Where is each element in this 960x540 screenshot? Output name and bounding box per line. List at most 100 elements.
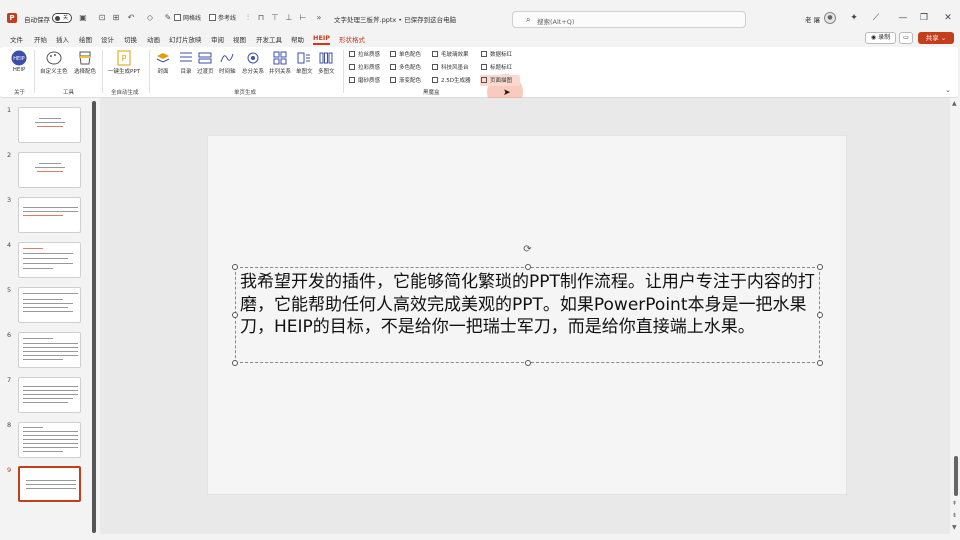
slide-thumbnail[interactable] [18,377,81,413]
single-image-button[interactable]: 单图文 [296,50,313,75]
tab-heip[interactable]: HEIP [313,34,331,45]
resize-handle[interactable] [525,264,531,270]
data-red-label: 数据标红 [490,52,513,58]
tab-developer[interactable]: 开发工具 [256,34,282,44]
pen-icon[interactable]: ✎ [163,13,173,23]
page-trace-button[interactable]: 页面描图 [481,76,512,84]
transition-page-button[interactable]: 过渡页 [197,50,214,75]
tab-shape-format[interactable]: 形状格式 [339,34,365,44]
resize-handle[interactable] [232,264,238,270]
tab-draw[interactable]: 绘图 [79,34,92,44]
parallel-button[interactable]: 并列关系 [269,50,291,75]
resize-handle[interactable] [817,312,823,318]
resize-handle[interactable] [817,360,823,366]
color-texture-button[interactable]: 拉彩质感 [349,63,380,71]
prev-slide-icon[interactable]: ⇞ [952,500,957,507]
multi-image-label: 多图文 [318,69,335,75]
thumbnail-scrollbar[interactable] [92,101,96,533]
group-icon[interactable]: ⊓ [256,13,266,23]
align-center-icon[interactable]: ⊥ [284,13,294,23]
total-split-button[interactable]: 总分关系 [242,50,264,75]
tab-animations[interactable]: 动画 [147,34,160,44]
spacing-icon[interactable]: ⊢ [298,13,308,23]
matte-texture-button[interactable]: 磨砂质感 [349,76,380,84]
toc-button[interactable]: 目录 [178,50,194,75]
comments-icon[interactable]: ▭ [899,32,913,44]
save-icon[interactable]: ▣ [78,13,88,23]
align-icon[interactable]: ⫶ [243,13,253,23]
thumb-line [23,402,68,403]
next-slide-icon[interactable]: ⇟ [952,512,957,519]
rotate-handle-icon[interactable]: ⟳ [522,244,533,255]
title-red-button[interactable]: 标题标红 [481,63,512,71]
multi-color-button[interactable]: 多色配色 [390,63,421,71]
record-button[interactable]: ◉ 录制 [865,32,896,44]
document-title[interactable]: 文字处理三板斧.pptx • 已保存到这台电脑 [334,14,456,24]
resize-handle[interactable] [232,312,238,318]
format-painter-icon[interactable]: ⊡ [97,13,107,23]
tab-review[interactable]: 审阅 [211,34,224,44]
share-button[interactable]: 共享 ⌄ [918,32,954,44]
gridline-checkbox[interactable]: 网格线 [174,13,201,22]
copilot-icon[interactable]: ✦ [848,12,860,24]
generator-25d-button[interactable]: 2.5D生成器 [432,76,470,84]
distribute-icon[interactable]: ⊤ [270,13,280,23]
scrollbar-thumb[interactable] [954,456,958,496]
search-input[interactable]: ⌕ 搜索(Alt+Q) [512,11,746,28]
resize-handle[interactable] [525,360,531,366]
resize-handle[interactable] [817,264,823,270]
avatar[interactable]: ● [824,12,836,24]
slide-body-text[interactable]: 我希望开发的插件，它能够简化繁琐的PPT制作流程。让用户专注于内容的打磨，它能帮… [240,271,818,339]
tab-help[interactable]: 帮助 [291,34,304,44]
mono-color-button[interactable]: 单色配色 [390,50,421,58]
undo-icon[interactable]: ↶ [126,13,136,23]
restore-icon[interactable]: ❐ [918,12,930,24]
more-icon[interactable]: » [314,13,324,23]
frosted-glass-button[interactable]: 毛玻璃效果 [432,50,469,58]
tab-view[interactable]: 视图 [233,34,246,44]
slide-thumbnail[interactable] [18,287,81,323]
cover-button[interactable]: 封面 [155,50,171,75]
slide-thumbnail[interactable] [18,422,81,458]
slide-thumbnail-selected[interactable] [18,466,81,502]
thumb-line [23,258,68,259]
pen-tool-icon[interactable]: ⟋ [870,12,882,24]
brushed-texture-button[interactable]: 拉丝质感 [349,50,380,58]
resize-handle[interactable] [232,360,238,366]
user-name[interactable]: 老 屠 [805,14,820,24]
new-slide-icon[interactable]: ⊞ [111,13,121,23]
slide-thumbnail[interactable] [18,332,81,368]
tab-design[interactable]: 设计 [101,34,114,44]
slide-thumbnail[interactable] [18,152,81,188]
scroll-up-icon[interactable]: ▲ [952,100,957,107]
gradient-color-button[interactable]: 渐变配色 [390,76,421,84]
tab-home[interactable]: 开始 [34,34,47,44]
slide-thumbnail[interactable] [18,242,81,278]
close-icon[interactable]: ✕ [942,12,954,24]
minimize-icon[interactable]: — [897,12,909,24]
title-red-label: 标题标红 [490,65,513,71]
timeline-button[interactable]: 时间轴 [219,50,236,75]
custom-theme-button[interactable]: 自定义主色 [40,50,68,75]
heip-button[interactable]: HEIP HEIP [11,50,27,73]
canvas-scrollbar[interactable]: ▲ ⇞ ⇟ ▼ [950,98,960,534]
multi-image-button[interactable]: 多图文 [318,50,335,75]
slide-thumbnail[interactable] [18,107,81,143]
tab-file[interactable]: 文件 [10,34,23,44]
slide-text-box[interactable]: 我希望开发的插件，它能够简化繁琐的PPT制作流程。让用户专注于内容的打磨，它能帮… [235,267,820,363]
data-red-button[interactable]: 数据标红 [481,50,512,58]
pick-color-button[interactable]: 选择配色 [74,50,96,75]
scroll-down-icon[interactable]: ▼ [952,524,957,531]
ribbon-collapse-icon[interactable]: ⌄ [945,86,951,94]
tab-slideshow[interactable]: 幻灯片放映 [169,34,202,44]
tab-transitions[interactable]: 切换 [124,34,137,44]
one-click-ppt-button[interactable]: P 一键生成PPT [108,50,140,75]
tab-insert[interactable]: 插入 [56,34,69,44]
thumb-line [23,248,43,249]
shape-icon[interactable]: ◇ [145,13,155,23]
autosave-toggle[interactable]: 关 [52,13,72,23]
thumb-line [23,253,73,254]
guide-checkbox[interactable]: 参考线 [209,13,236,22]
slide-thumbnail[interactable] [18,197,81,233]
tech-style-button[interactable]: 科技风墨台 [432,63,469,71]
